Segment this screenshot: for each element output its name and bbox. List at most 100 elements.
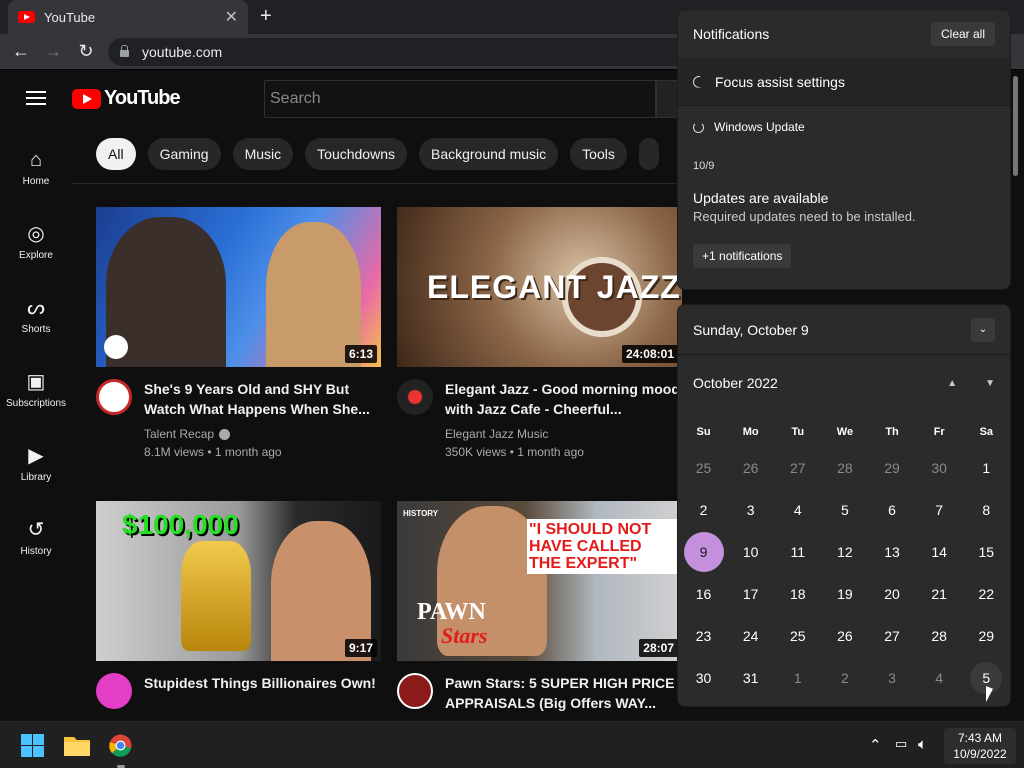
chip-more[interactable] xyxy=(638,138,659,170)
calendar-day[interactable]: 20 xyxy=(869,573,916,615)
calendar-day[interactable]: 1 xyxy=(963,447,1010,489)
calendar-day[interactable]: 16 xyxy=(680,573,727,615)
video-thumbnail[interactable]: HISTORY "I SHOULD NOT HAVE CALLED THE EX… xyxy=(397,501,682,661)
windows-start-icon[interactable] xyxy=(21,734,44,762)
chevron-down-icon[interactable]: ⌄ xyxy=(971,317,995,342)
address-bar[interactable]: youtube.com xyxy=(108,38,768,66)
calendar-day[interactable]: 14 xyxy=(916,531,963,573)
search-input[interactable]: Search xyxy=(264,80,656,118)
video-card[interactable]: $100,000 9:17 Stupidest Things Billionai… xyxy=(96,501,381,709)
forward-button[interactable]: → xyxy=(42,41,64,62)
notification-card[interactable]: Windows Update 10/9 Updates are availabl… xyxy=(678,120,1010,268)
channel-avatar[interactable] xyxy=(96,673,132,709)
calendar-day[interactable]: 7 xyxy=(916,489,963,531)
chip-tools[interactable]: Tools xyxy=(570,138,627,170)
calendar-day[interactable]: 3 xyxy=(869,657,916,699)
weekday-label: We xyxy=(836,426,854,438)
chrome-icon[interactable] xyxy=(109,734,132,768)
calendar-day[interactable]: 25 xyxy=(774,615,821,657)
sidebar-item-explore[interactable]: ◎ Explore xyxy=(0,209,72,283)
calendar-month-label[interactable]: October 2022 xyxy=(693,375,778,391)
calendar-day[interactable]: 1 xyxy=(774,657,821,699)
sidebar-item-subscriptions[interactable]: ▣ Subscriptions xyxy=(0,357,72,431)
calendar-day[interactable]: 19 xyxy=(821,573,868,615)
video-title[interactable]: Stupidest Things Billionaires Own! xyxy=(144,673,376,693)
focus-assist-settings-link[interactable]: Focus assist settings xyxy=(678,58,1010,106)
calendar-day[interactable]: 30 xyxy=(916,447,963,489)
clear-all-button[interactable]: Clear all xyxy=(930,22,995,46)
sidebar-item-library[interactable]: ▶ Library xyxy=(0,431,72,505)
calendar-day[interactable]: 27 xyxy=(774,447,821,489)
calendar-day[interactable]: 29 xyxy=(963,615,1010,657)
previous-month-icon[interactable]: ▲ xyxy=(947,378,957,389)
file-explorer-icon[interactable] xyxy=(64,734,90,761)
calendar-day[interactable]: 2 xyxy=(821,657,868,699)
calendar-day[interactable]: 17 xyxy=(727,573,774,615)
calendar-day[interactable]: 23 xyxy=(680,615,727,657)
network-icon[interactable]: ▭ xyxy=(895,736,907,752)
calendar-day[interactable]: 5 xyxy=(821,489,868,531)
channel-avatar[interactable] xyxy=(397,673,433,709)
calendar-day[interactable]: 21 xyxy=(916,573,963,615)
sidebar-item-shorts[interactable]: ᔕ Shorts xyxy=(0,283,72,357)
calendar-day[interactable]: 29 xyxy=(869,447,916,489)
calendar-day[interactable]: 26 xyxy=(821,615,868,657)
calendar-day[interactable]: 24 xyxy=(727,615,774,657)
calendar-day[interactable]: 18 xyxy=(774,573,821,615)
chip-touchdowns[interactable]: Touchdowns xyxy=(305,138,407,170)
chip-gaming[interactable]: Gaming xyxy=(147,138,221,170)
next-month-icon[interactable]: ▼ xyxy=(985,378,995,389)
taskbar-clock[interactable]: 7:43 AM 10/9/2022 xyxy=(944,728,1016,764)
calendar-day[interactable]: 27 xyxy=(869,615,916,657)
calendar-day[interactable]: 6 xyxy=(869,489,916,531)
volume-icon[interactable]: 🔈︎ xyxy=(918,736,927,753)
video-title[interactable]: Pawn Stars: 5 SUPER HIGH PRICE APPRAISAL… xyxy=(445,673,682,713)
calendar-day[interactable]: 25 xyxy=(680,447,727,489)
chip-background-music[interactable]: Background music xyxy=(418,138,559,170)
calendar-day[interactable]: 22 xyxy=(963,573,1010,615)
video-title[interactable]: Elegant Jazz - Good morning mood with Ja… xyxy=(445,379,682,419)
sidebar-item-home[interactable]: ⌂ Home xyxy=(0,135,72,209)
calendar-day[interactable]: 28 xyxy=(821,447,868,489)
video-card[interactable]: HISTORY "I SHOULD NOT HAVE CALLED THE EX… xyxy=(397,501,682,719)
video-thumbnail[interactable]: ELEGANT JAZZ 24:08:01 xyxy=(397,207,682,367)
video-title[interactable]: She's 9 Years Old and SHY But Watch What… xyxy=(144,379,381,419)
calendar-day-today[interactable]: 9 xyxy=(680,531,727,573)
back-button[interactable]: ← xyxy=(10,41,32,62)
calendar-day[interactable]: 2 xyxy=(680,489,727,531)
calendar-day[interactable]: 30 xyxy=(680,657,727,699)
channel-avatar[interactable] xyxy=(96,379,132,415)
video-thumbnail[interactable]: 6:13 xyxy=(96,207,381,367)
refresh-icon xyxy=(693,121,704,133)
calendar-day[interactable]: 8 xyxy=(963,489,1010,531)
chevron-up-icon[interactable]: ⌃ xyxy=(869,736,882,754)
calendar-day[interactable]: 13 xyxy=(869,531,916,573)
calendar-day[interactable]: 31 xyxy=(727,657,774,699)
reload-button[interactable]: ↻ xyxy=(75,41,97,62)
video-card[interactable]: 6:13 She's 9 Years Old and SHY But Watch… xyxy=(96,207,381,461)
new-tab-button[interactable]: + xyxy=(260,5,272,28)
tab-close-icon[interactable]: ✕ xyxy=(225,7,238,27)
channel-avatar[interactable] xyxy=(397,379,433,415)
sidebar-item-history[interactable]: ↺ History xyxy=(0,505,72,579)
tab-youtube[interactable]: YouTube ✕ xyxy=(8,0,248,34)
calendar-day[interactable]: 3 xyxy=(727,489,774,531)
calendar-day[interactable]: 12 xyxy=(821,531,868,573)
page-scrollbar[interactable] xyxy=(1013,76,1018,176)
calendar-day[interactable]: 26 xyxy=(727,447,774,489)
calendar-day[interactable]: 28 xyxy=(916,615,963,657)
calendar-day[interactable]: 10 xyxy=(727,531,774,573)
calendar-day[interactable]: 11 xyxy=(774,531,821,573)
chip-all[interactable]: All xyxy=(96,138,136,170)
video-thumbnail[interactable]: $100,000 9:17 xyxy=(96,501,381,661)
channel-name[interactable]: Elegant Jazz Music xyxy=(445,427,548,441)
youtube-logo[interactable]: YouTube xyxy=(72,87,181,110)
video-card[interactable]: ELEGANT JAZZ 24:08:01 Elegant Jazz - Goo… xyxy=(397,207,682,461)
hamburger-menu-icon[interactable] xyxy=(26,91,46,109)
calendar-day[interactable]: 4 xyxy=(916,657,963,699)
channel-name[interactable]: Talent Recap xyxy=(144,427,214,441)
calendar-day[interactable]: 15 xyxy=(963,531,1010,573)
more-notifications-button[interactable]: +1 notifications xyxy=(693,244,792,268)
chip-music[interactable]: Music xyxy=(232,138,294,170)
calendar-day[interactable]: 4 xyxy=(774,489,821,531)
